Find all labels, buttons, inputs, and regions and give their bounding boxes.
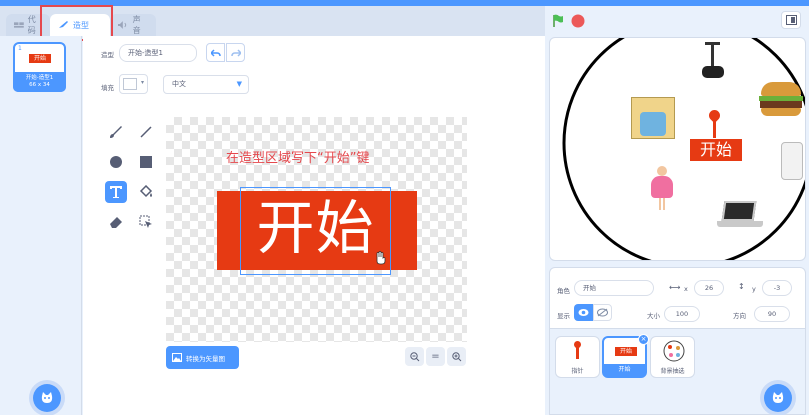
font-select-value: 中文 — [172, 80, 186, 88]
zoom-out-button[interactable] — [405, 347, 424, 366]
stage-size-button[interactable] — [781, 11, 801, 29]
pointer-thumbnail-tip — [572, 339, 583, 350]
fill-tool[interactable] — [135, 181, 157, 203]
convert-button-label: 转换为矢量图 — [186, 354, 225, 363]
costume-name-input[interactable]: 开始-造型1 — [119, 44, 197, 62]
laptop-image — [717, 201, 763, 229]
sprite-tile-selected[interactable]: 开始 开始 × — [602, 334, 649, 378]
fill-color-picker[interactable]: ▾ — [119, 74, 148, 94]
cursor-icon — [376, 251, 386, 265]
sprite-name: 指针 — [571, 368, 584, 375]
redo-icon — [230, 48, 241, 57]
undo-button[interactable] — [206, 43, 225, 62]
tab-sounds[interactable]: 声音 — [110, 14, 156, 36]
costume-name-label: 造型 — [101, 51, 114, 59]
start-sprite: 开始 — [690, 139, 742, 161]
costume-name: 开始-造型1 — [25, 75, 54, 81]
selection-box — [240, 187, 391, 275]
zoom-in-button[interactable] — [447, 347, 466, 366]
eraser-icon — [110, 217, 122, 228]
stage-header — [545, 6, 809, 36]
x-arrows-icon: ⟷ — [669, 283, 681, 292]
costume-number: 1 — [18, 45, 22, 52]
x-label: x — [684, 285, 688, 293]
choose-costume-button[interactable] — [33, 384, 61, 412]
show-visible-button[interactable] — [574, 304, 593, 321]
convert-to-vector-button[interactable]: 转换为矢量图 — [166, 346, 239, 369]
zoom-in-icon — [451, 351, 461, 361]
costume-caption: 开始-造型1 66 x 34 — [13, 72, 66, 92]
green-flag-icon[interactable] — [551, 14, 565, 28]
x-input[interactable]: 26 — [694, 280, 724, 296]
font-select[interactable]: 中文 ▼ — [163, 75, 249, 94]
paint-bucket-icon — [139, 185, 153, 198]
toilet-paper-image — [781, 142, 805, 180]
brush-icon — [110, 126, 122, 138]
book-cover-art — [640, 112, 666, 136]
eye-hidden-icon — [597, 308, 608, 317]
costume-size: 66 x 34 — [29, 82, 50, 88]
show-label: 显示 — [557, 312, 570, 320]
direction-input[interactable]: 90 — [754, 306, 790, 322]
wheel-drawing — [562, 38, 805, 260]
burger-image — [759, 82, 803, 116]
circle-tool[interactable] — [105, 151, 127, 173]
eye-icon — [578, 309, 589, 316]
start-thumbnail: 开始 — [615, 347, 637, 356]
sprite-info-panel: 角色 开始 ⟷ x 26 ↕ y -3 显示 大小 100 方向 90 — [549, 267, 806, 329]
doll-image — [651, 166, 673, 210]
stop-icon[interactable] — [571, 14, 585, 28]
zoom-out-icon — [409, 351, 419, 361]
speaker-icon — [118, 21, 127, 29]
zoom-reset-button[interactable]: = — [426, 347, 445, 366]
tab-sounds-label: 声音 — [132, 15, 141, 35]
y-input[interactable]: -3 — [762, 280, 792, 296]
sprite-tile[interactable]: 指针 — [555, 336, 600, 378]
fill-color-swatch — [123, 78, 137, 90]
chevron-down-icon: ▼ — [236, 80, 242, 88]
y-arrows-icon: ↕ — [738, 282, 745, 291]
zoom-reset-icon: = — [431, 351, 440, 362]
cat-icon — [41, 392, 53, 403]
rectangle-icon — [140, 156, 152, 168]
stage[interactable]: 开始 — [549, 37, 806, 261]
y-label: y — [752, 285, 756, 293]
costume-list — [0, 36, 82, 415]
line-tool[interactable] — [135, 121, 157, 143]
small-stage-icon — [786, 15, 797, 25]
sprite-name: 开始 — [604, 364, 645, 376]
wheel-thumbnail — [663, 340, 685, 362]
size-label: 大小 — [647, 312, 660, 320]
fill-label: 填充 — [101, 84, 114, 92]
rectangle-tool[interactable] — [135, 151, 157, 173]
chevron-down-icon: ▾ — [140, 79, 144, 86]
code-icon — [14, 22, 24, 28]
sprite-tile[interactable]: 背景抽选 — [650, 336, 695, 378]
show-hidden-button[interactable] — [593, 304, 612, 321]
book-image — [631, 97, 675, 139]
sprite-name: 背景抽选 — [660, 368, 685, 375]
choose-sprite-button[interactable] — [764, 384, 792, 412]
costume-thumbnail[interactable]: 1 开始 开始-造型1 66 x 34 — [13, 42, 66, 92]
sprite-label: 角色 — [557, 287, 570, 295]
undo-icon — [210, 48, 221, 57]
redo-button[interactable] — [226, 43, 245, 62]
text-icon — [110, 186, 122, 198]
size-input[interactable]: 100 — [664, 306, 700, 322]
circle-icon — [110, 156, 122, 168]
delete-sprite-icon[interactable]: × — [638, 334, 649, 345]
select-icon — [139, 215, 152, 228]
eraser-tool[interactable] — [105, 211, 127, 233]
select-tool[interactable] — [135, 211, 157, 233]
sprite-name-input[interactable]: 开始 — [574, 280, 654, 296]
cat-icon — [772, 392, 784, 403]
brush-tool[interactable] — [105, 121, 127, 143]
scooter-image — [701, 42, 725, 80]
image-icon — [172, 353, 182, 362]
text-tool[interactable] — [105, 181, 127, 203]
line-icon — [140, 126, 152, 138]
instruction-text: 在造型区域写下“开始”键 — [226, 151, 370, 166]
costume-preview: 开始 — [29, 54, 51, 63]
direction-label: 方向 — [733, 312, 746, 320]
